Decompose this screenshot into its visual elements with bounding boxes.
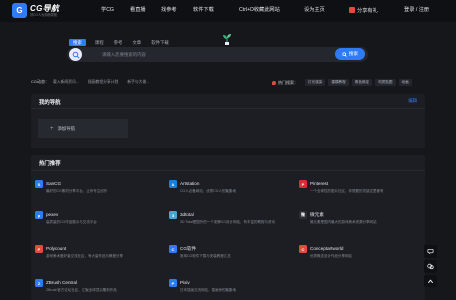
my-nav-edit-link[interactable]: 编辑 (408, 98, 417, 104)
cg-news-item[interactable]: 新手与大佬... (127, 80, 149, 85)
nav-learn-cg[interactable]: 学CG (101, 7, 114, 14)
pexev-icon: p (35, 211, 43, 219)
site-description: 优秀概念设计作品分享网站 (310, 254, 352, 258)
hot-search-row: 热门搜索： 灯光渲染 建模教程 角色绑定 材质贴图 动画 (272, 79, 412, 86)
site-name: 3dtotal (180, 212, 194, 217)
hot-search-tag[interactable]: 建模教程 (328, 79, 349, 86)
cg-news-item[interactable]: 载入新闻资讯... (53, 80, 79, 85)
logo-subtitle: 好CG人为你而导航 (30, 13, 58, 17)
cg-software-icon: C (169, 245, 177, 253)
add-nav-label: 添加导航 (57, 125, 76, 131)
site-logo[interactable]: G CG导航 好CG人为你而导航 (12, 3, 59, 18)
cg-news-item[interactable]: 插画教程分享计划 (88, 80, 118, 85)
hot-search-tag[interactable]: 灯光渲染 (305, 79, 326, 86)
hot-search-tag[interactable]: 角色绑定 (351, 79, 373, 86)
cg-news-label: CG动态： (31, 79, 49, 84)
search-button-label: 搜索 (348, 51, 359, 56)
recommend-panel: 热门推荐 (31, 155, 425, 300)
nav-software-download[interactable]: 软件下载 (193, 7, 214, 14)
site-name: Pinterest (310, 181, 329, 186)
search-button[interactable]: 搜索 (335, 48, 365, 60)
site-name: CG软件 (180, 246, 197, 251)
hot-search-label: 热门搜索： (278, 79, 298, 85)
conceptartworld-icon: C (299, 245, 307, 253)
wechat-icon[interactable] (424, 260, 437, 273)
site-description: 日本插画交流网站，插画师的聚集地 (180, 288, 236, 292)
site-description: CG人必备网站，优秀CG人的聚集地 (180, 189, 236, 193)
3dtotal-icon: 3 (169, 211, 177, 219)
my-nav-title: 我的导航 (39, 100, 61, 106)
hot-search-tag[interactable]: 材质贴图 (375, 79, 396, 86)
site-name: 微元素 (310, 212, 324, 217)
search-tab-article[interactable]: 文章 (132, 39, 141, 46)
site-name: Conceptartworld (310, 246, 344, 251)
site-name: ZBrush Central (46, 280, 77, 285)
site-name: Artstation (180, 181, 200, 186)
search-tab-software[interactable]: 软件下载 (151, 39, 169, 46)
plus-icon: + (50, 125, 54, 132)
back-to-top-icon[interactable] (424, 275, 437, 287)
nav-set-homepage[interactable]: 设为主页 (304, 7, 325, 14)
logo-title: CG导航 (30, 4, 60, 13)
hot-search-tag[interactable]: 动画 (398, 79, 412, 86)
sancg-icon: S (35, 180, 43, 188)
recommend-title: 热门推荐 (39, 161, 61, 167)
fire-icon (272, 80, 276, 85)
zbrush-icon: Z (35, 279, 43, 287)
weiyuansu-icon: 微 (299, 211, 307, 219)
panel-divider (31, 170, 425, 171)
nav-live[interactable]: 看直播 (130, 7, 146, 14)
search-engine-icon[interactable] (69, 48, 82, 61)
site-description: 微元素是国内最大的游戏美术资源分享网站 (310, 220, 377, 224)
search-tab-course[interactable]: 课程 (95, 39, 104, 46)
nav-bookmark[interactable]: Ctrl+D收藏此网站 (239, 7, 280, 14)
search-tab-reference[interactable]: 参考 (114, 39, 123, 46)
nav-share-gift-label: 分享有礼 (357, 8, 378, 14)
top-navbar: G CG导航 好CG人为你而导航 学CG 看直播 找参考 软件下载 Ctrl+D… (0, 0, 456, 22)
pinterest-icon: P (299, 180, 307, 188)
polycount-icon: P (35, 245, 43, 253)
site-description: 最好的CG素材分享平台，让你专注创作 (46, 189, 108, 193)
artstation-icon: A (169, 180, 177, 188)
site-description: 3D Total是国外的一个老牌CG设计网站，有丰富的教程与资讯 (180, 220, 276, 224)
nav-login-register[interactable]: 登录 / 注册 (404, 7, 429, 14)
plant-decoration-icon (223, 34, 231, 45)
site-description: 一个全球性的图片社区，你想要的灵感这里都有 (310, 189, 384, 193)
pixiv-icon: P (169, 279, 177, 287)
site-description: 游戏美术爱好者交流社区，有大量作品与教程分享 (46, 254, 123, 258)
gift-icon (349, 7, 355, 13)
site-name: Polycount (46, 246, 67, 251)
cg-news-row: CG动态： 载入新闻资讯... 插画教程分享计划 新手与大佬... (31, 79, 158, 85)
site-name: SanCG (46, 181, 62, 186)
site-description: 高质量的CG作品展示与交流平台 (46, 220, 97, 224)
search-tabs: 搜索 课程 参考 文章 软件下载 (69, 39, 179, 46)
panel-divider (31, 108, 425, 109)
site-description: 常用CG软件下载与安装教程汇总 (180, 254, 231, 258)
site-name: pexev (46, 212, 59, 217)
search-tab-search[interactable]: 搜索 (69, 39, 86, 46)
search-input[interactable] (102, 51, 322, 58)
add-nav-button[interactable]: + 添加导航 (38, 119, 128, 138)
site-description: ZBrush官方论坛社区，汇聚全球顶尖雕刻作品 (46, 288, 117, 292)
logo-mark-icon: G (12, 3, 27, 18)
search-icon (342, 51, 347, 57)
nav-reference[interactable]: 找参考 (161, 7, 177, 14)
nav-share-gift[interactable]: 分享有礼 (349, 7, 378, 15)
site-name: Pixiv (180, 280, 190, 285)
chat-icon[interactable] (424, 245, 437, 258)
